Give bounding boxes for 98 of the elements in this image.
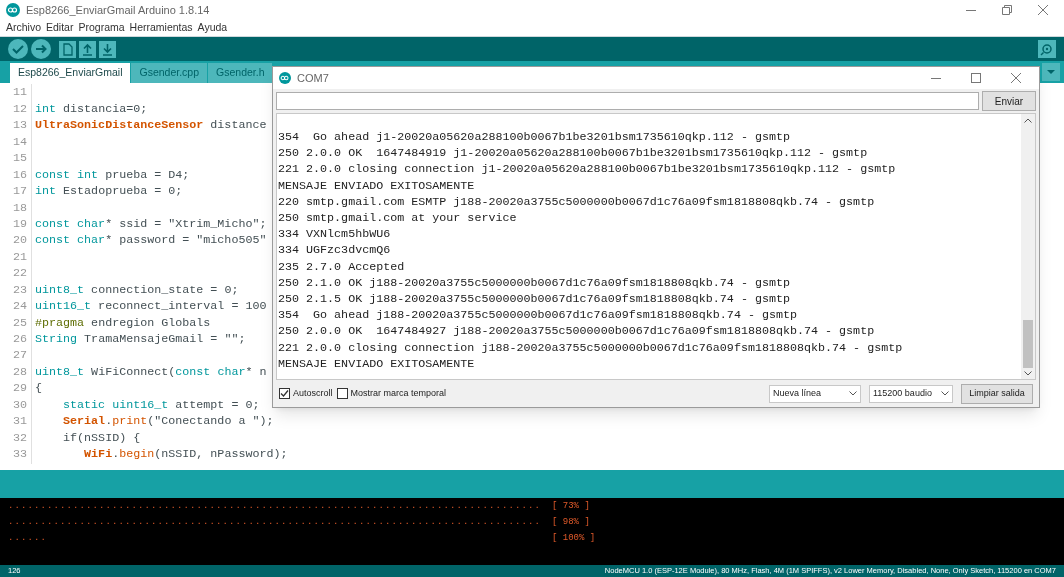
progress-dots: .................................................................................. [8,516,543,530]
line-number: 31 [0,413,32,431]
code-line: #pragma endregion Globals [34,314,211,332]
line-number: 30 [0,396,32,415]
line-number: 20 [0,232,32,250]
line-number: 18 [0,199,32,218]
output-line: MENSAJE ENVIADO EXITOSAMENTE [278,355,476,373]
checkbox[interactable] [279,388,290,399]
output-line: MENSAJE ENVIADO EXITOSAMENTE [278,177,476,194]
output-line: 334 VXNlcm5hbWU6 [278,226,392,243]
code-line: const char* ssid = "Xtrim_Micho"; [34,215,267,233]
menu-item[interactable]: Herramientas [129,20,193,36]
progress-dots: ...... [8,532,48,546]
verify-button[interactable] [8,39,28,59]
restore-icon [1002,5,1012,15]
clear-output-button[interactable]: Limpiar salida [961,383,1033,404]
caret-icon [941,391,949,396]
scrollbar-thumb[interactable] [1023,320,1033,368]
app-logo-icon [6,3,20,17]
code-line: uint8_t WiFiConnect(const char* n [34,363,267,381]
output-line: 354 Go ahead j1-20020a05620a288100b0067b1be3201bsm1735610qkp.112 - gsmtp [278,129,791,146]
app-logo-icon [279,72,291,84]
code-line: static uint16_t attempt = 0; [62,396,260,414]
menu-item[interactable]: Editar [46,20,74,36]
window-title: COM7 [297,70,329,86]
code-line: uint16_t reconnect_interval = 100 [34,298,267,316]
output-line: 250 smtp.gmail.com at your service [278,210,518,227]
checkbox[interactable] [336,388,348,399]
code-line: uint8_t connection_state = 0; [34,281,239,299]
line-number: 17 [0,183,32,201]
code-line: int Estadoprueba = 0; [34,183,183,201]
line-number: 28 [0,363,32,382]
window-title: Esp8266_EnviarGmail Arduino 1.8.14 [26,2,210,18]
line-number: 22 [0,265,32,283]
save-button[interactable] [99,40,116,58]
line-number: 24 [0,298,32,316]
code-line: const char* password = "micho505" [34,232,267,250]
line-number: 27 [0,347,32,365]
editor-tab[interactable]: Esp8266_EnviarGmail [10,63,131,83]
line-number: 32 [0,429,32,448]
output-line: 250 2.1.5 OK j188-20020a3755c5000000b0067d1c76a09fsm1818808qkb.74 - gsmtp [278,291,791,308]
progress-percent: [ 100% ] [552,532,596,546]
output-line: 220 smtp.gmail.com ESMTP j188-20020a3755c5000000b0067d1c76a09fsm1818808qkb.74 - gsmtp [278,193,876,210]
line-number: 26 [0,331,32,349]
line-number: 15 [0,150,32,168]
line-number: 12 [0,100,32,119]
caret-icon [849,391,857,396]
scrollbar[interactable] [1021,114,1035,379]
code-line: { [34,380,42,398]
line-number: 14 [0,133,32,152]
line-number: 16 [0,166,32,185]
code-line: UltraSonicDistanceSensor distance [34,117,267,135]
close-icon [1038,5,1048,15]
line-ending-dropdown[interactable]: Nueva línea [769,384,861,403]
line-number: 23 [0,281,32,300]
line-number: 21 [0,248,32,267]
minimize-icon [931,77,941,79]
menu-item[interactable]: Archivo [6,20,41,36]
upload-button[interactable] [31,39,51,59]
new-file-button[interactable] [59,40,76,58]
checkbox-label: Mostrar marca temporal [350,386,447,400]
line-number: 25 [0,314,32,333]
code-line: int distancia=0; [34,100,148,118]
serial-monitor-button[interactable] [1038,40,1056,58]
send-input-field[interactable] [276,92,979,110]
scroll-up-icon [1024,118,1032,123]
output-line: 221 2.0.0 closing connection j1-20020a05620a288100b0067b1be3201bsm1735610qkp.112 - gsmtp [278,161,897,178]
output-line: 334 UGFzc3dvcmQ6 [278,242,392,259]
menu-item[interactable]: Ayuda [197,20,228,36]
code-line: const int prueba = D4; [34,166,190,184]
code-line: Serial.print("Conectando a "); [62,413,274,431]
line-number: 19 [0,215,32,234]
code-line: WiFi.begin(nSSID, nPassword); [83,446,288,464]
code-line: if(nSSID) { [62,429,141,447]
output-line: 250 2.0.0 OK 1647484919 j1-20020a05620a288100b0067b1be3201bsm1735610qkp.112 - gsmtp [278,145,869,162]
open-button[interactable] [79,40,96,58]
output-line: 235 2.7.0 Accepted [278,258,406,275]
line-number: 13 [0,117,32,135]
output-line: 221 2.0.0 closing connection j188-20020a3755c5000000b0067d1c76a09fsm1818808qkb.74 - gsmtp [278,339,904,356]
maximize-icon [971,73,981,83]
line-number: 29 [0,380,32,398]
output-line: 250 2.0.0 OK 1647484927 j188-20020a3755c5000000b0067d1c76a09fsm1818808qkb.74 - gsmtp [278,323,876,340]
code-line: String TramaMensajeGmail = ""; [34,331,246,348]
close-icon [1011,73,1021,83]
line-number: 33 [0,446,32,464]
scroll-down-icon [1024,371,1032,376]
progress-percent: [ 98% ] [552,516,590,530]
progress-percent: [ 73% ] [552,500,590,514]
menu-item[interactable]: Programa [78,20,125,36]
send-button[interactable]: Enviar [982,91,1036,111]
tab-menu-button[interactable] [1042,63,1060,81]
output-line: 354 Go ahead j188-20020a3755c5000000b0067d1c76a09fsm1818808qkb.74 - gsmtp [278,307,798,324]
baud-rate-dropdown[interactable]: 115200 baudio [869,384,953,403]
minimize-icon [966,9,976,11]
checkbox-label: Autoscroll [293,386,333,400]
progress-dots: .................................................................................. [8,500,543,514]
line-number: 11 [0,84,32,102]
output-line: 250 2.1.0 OK j188-20020a3755c5000000b0067d1c76a09fsm1818808qkb.74 - gsmtp [278,274,791,292]
